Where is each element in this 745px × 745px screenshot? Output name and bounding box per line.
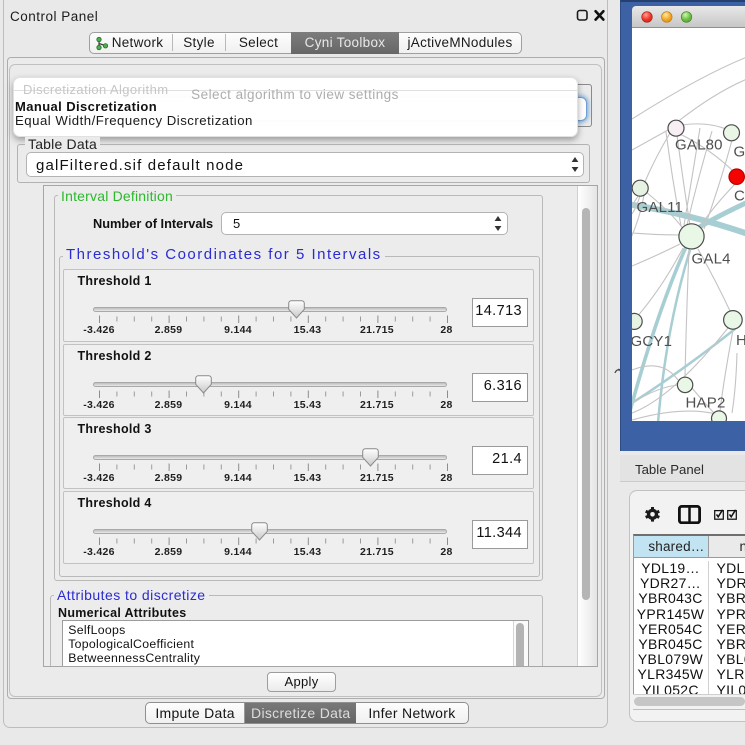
svg-text:GAL4: GAL4	[691, 250, 730, 267]
svg-text:HA: HA	[736, 332, 745, 349]
svg-text:HAP2: HAP2	[685, 394, 725, 411]
svg-text:CO: CO	[734, 187, 745, 204]
svg-text:GAL11: GAL11	[636, 199, 683, 216]
svg-text:GA: GA	[733, 143, 745, 160]
svg-text:GAL80: GAL80	[675, 136, 723, 153]
svg-text:GCY1: GCY1	[632, 333, 672, 350]
